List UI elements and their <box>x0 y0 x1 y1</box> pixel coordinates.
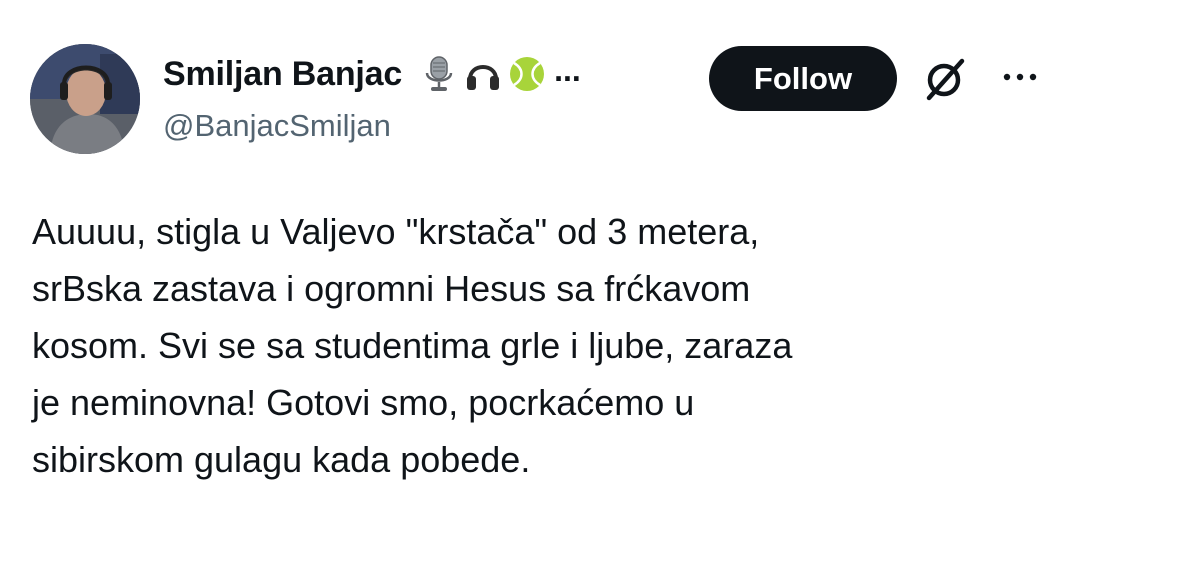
tweet-card: Smiljan Banjac ... @BanjacSmiljan Follow… <box>0 0 1200 587</box>
author-handle[interactable]: @BanjacSmiljan <box>163 108 391 144</box>
tweet-text: Auuuu, stigla u Valjevo "krstača" od 3 m… <box>32 211 793 480</box>
grok-icon[interactable] <box>920 54 970 104</box>
author-name-row: Smiljan Banjac ... <box>163 50 581 98</box>
microphone-icon <box>420 55 458 93</box>
name-emojis: ... <box>420 52 581 93</box>
avatar[interactable] <box>30 44 140 154</box>
tennis-ball-icon <box>508 55 546 93</box>
follow-button[interactable]: Follow <box>709 46 897 111</box>
display-name[interactable]: Smiljan Banjac <box>163 55 402 94</box>
name-truncation: ... <box>554 52 581 88</box>
more-icon[interactable] <box>995 62 1045 92</box>
headphones-icon <box>464 55 502 93</box>
